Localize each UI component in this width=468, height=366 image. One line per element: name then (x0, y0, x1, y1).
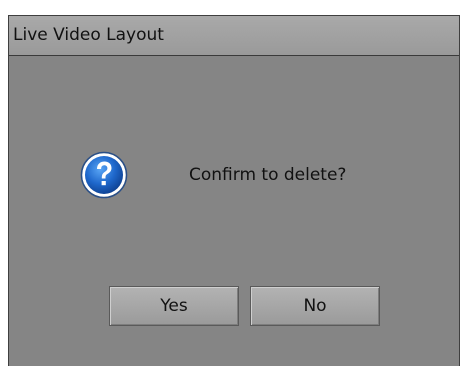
confirm-dialog: Live Video Layout Confirm to delete? Yes… (8, 15, 460, 366)
dialog-title: Live Video Layout (13, 25, 164, 45)
title-bar: Live Video Layout (9, 16, 459, 56)
yes-button[interactable]: Yes (109, 286, 239, 326)
confirm-message: Confirm to delete? (189, 165, 347, 185)
no-button[interactable]: No (250, 286, 380, 326)
question-icon (80, 151, 128, 199)
